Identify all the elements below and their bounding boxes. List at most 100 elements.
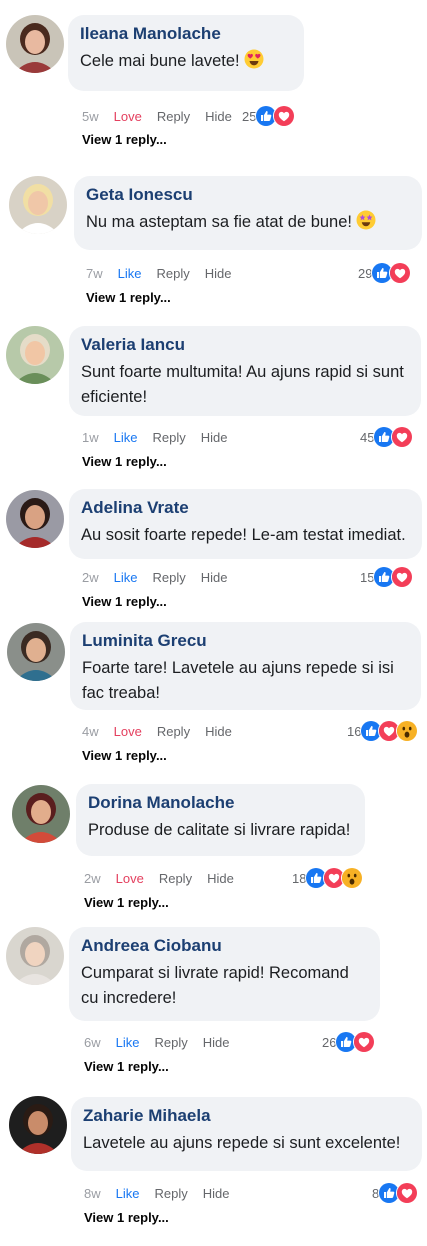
love-reaction-icon	[389, 262, 412, 284]
view-replies-link[interactable]: View 1 reply...	[82, 454, 167, 469]
comment-actions: 5w Love Reply Hide	[82, 106, 232, 126]
reply-button[interactable]: Reply	[157, 109, 190, 124]
avatar[interactable]	[6, 326, 64, 384]
comment-timestamp[interactable]: 1w	[82, 430, 99, 445]
love-reaction-icon	[391, 566, 414, 588]
comment-bubble: Geta Ionescu Nu ma asteptam sa fie atat …	[74, 176, 422, 250]
view-replies-link[interactable]: View 1 reply...	[86, 290, 171, 305]
comment-text: Sunt foarte multumita! Au ajuns rapid si…	[81, 363, 404, 406]
view-replies-link[interactable]: View 1 reply...	[84, 1210, 169, 1225]
reaction-count: 25	[242, 108, 257, 124]
comment-bubble: Zaharie Mihaela Lavetele au ajuns repede…	[71, 1097, 422, 1171]
comment-actions: 2w Love Reply Hide	[84, 868, 234, 888]
commenter-name[interactable]: Dorina Manolache	[88, 792, 353, 814]
reply-button[interactable]: Reply	[157, 724, 190, 739]
hide-button[interactable]: Hide	[203, 1186, 230, 1201]
comment-timestamp[interactable]: 5w	[82, 109, 99, 124]
reaction-button[interactable]: Love	[114, 109, 142, 124]
reaction-button[interactable]: Like	[116, 1035, 140, 1050]
comment-bubble: Ileana Manolache Cele mai bune lavete!	[68, 15, 304, 91]
comment-timestamp[interactable]: 6w	[84, 1035, 101, 1050]
reaction-button[interactable]: Like	[116, 1186, 140, 1201]
reaction-summary[interactable]: 15	[360, 566, 414, 588]
avatar[interactable]	[12, 785, 70, 843]
view-replies-link[interactable]: View 1 reply...	[82, 594, 167, 609]
comment-bubble: Valeria Iancu Sunt foarte multumita! Au …	[69, 326, 421, 416]
reaction-count: 45	[360, 429, 375, 445]
avatar[interactable]	[7, 623, 65, 681]
avatar[interactable]	[9, 1096, 67, 1154]
reaction-button[interactable]: Love	[114, 724, 142, 739]
comment-actions: 7w Like Reply Hide	[86, 263, 231, 283]
comment-timestamp[interactable]: 2w	[82, 570, 99, 585]
hide-button[interactable]: Hide	[205, 266, 232, 281]
reaction-button[interactable]: Love	[116, 871, 144, 886]
heart-eyes-emoji	[244, 49, 264, 69]
reaction-button[interactable]: Like	[114, 430, 138, 445]
hide-button[interactable]: Hide	[203, 1035, 230, 1050]
comment-text: Cele mai bune lavete!	[80, 49, 292, 74]
hide-button[interactable]: Hide	[205, 724, 232, 739]
view-replies-link[interactable]: View 1 reply...	[82, 132, 167, 147]
comment-timestamp[interactable]: 2w	[84, 871, 101, 886]
hide-button[interactable]: Hide	[205, 109, 232, 124]
commenter-name[interactable]: Valeria Iancu	[81, 334, 409, 356]
comment-text: Produse de calitate si livrare rapida!	[88, 821, 351, 839]
reply-button[interactable]: Reply	[159, 871, 192, 886]
comment-bubble: Luminita Grecu Foarte tare! Lavetele au …	[70, 622, 421, 710]
reply-button[interactable]: Reply	[156, 266, 189, 281]
commenter-name[interactable]: Zaharie Mihaela	[83, 1105, 410, 1127]
comment-text: Lavetele au ajuns repede si sunt excelen…	[83, 1134, 401, 1152]
comment-actions: 4w Love Reply Hide	[82, 721, 232, 741]
commenter-name[interactable]: Adelina Vrate	[81, 497, 410, 519]
reply-button[interactable]: Reply	[154, 1035, 187, 1050]
reaction-summary[interactable]: 26	[322, 1031, 376, 1053]
reaction-summary[interactable]: 18	[292, 867, 364, 889]
reaction-count: 15	[360, 569, 375, 585]
comment-bubble: Andreea Ciobanu Cumparat si livrate rapi…	[69, 927, 380, 1021]
wow-reaction-icon	[396, 720, 419, 742]
reaction-summary[interactable]: 8	[372, 1182, 419, 1204]
view-replies-link[interactable]: View 1 reply...	[84, 895, 169, 910]
reply-button[interactable]: Reply	[152, 430, 185, 445]
avatar[interactable]	[6, 490, 64, 548]
reaction-count: 26	[322, 1034, 337, 1050]
comment-text: Nu ma asteptam sa fie atat de bune!	[86, 210, 410, 235]
reaction-summary[interactable]: 29	[358, 262, 412, 284]
view-replies-link[interactable]: View 1 reply...	[84, 1059, 169, 1074]
reaction-summary[interactable]: 45	[360, 426, 414, 448]
commenter-name[interactable]: Andreea Ciobanu	[81, 935, 368, 957]
commenter-name[interactable]: Ileana Manolache	[80, 23, 292, 45]
love-reaction-icon	[273, 105, 296, 127]
avatar[interactable]	[9, 176, 67, 234]
reaction-count: 18	[292, 870, 307, 886]
comment-timestamp[interactable]: 7w	[86, 266, 103, 281]
reaction-button[interactable]: Like	[118, 266, 142, 281]
commenter-name[interactable]: Luminita Grecu	[82, 630, 409, 652]
wow-reaction-icon	[341, 867, 364, 889]
reaction-summary[interactable]: 25	[242, 105, 296, 127]
comment-bubble: Dorina Manolache Produse de calitate si …	[76, 784, 365, 856]
avatar[interactable]	[6, 927, 64, 985]
hide-button[interactable]: Hide	[201, 430, 228, 445]
comment-timestamp[interactable]: 4w	[82, 724, 99, 739]
hide-button[interactable]: Hide	[201, 570, 228, 585]
comment-timestamp[interactable]: 8w	[84, 1186, 101, 1201]
reply-button[interactable]: Reply	[152, 570, 185, 585]
hide-button[interactable]: Hide	[207, 871, 234, 886]
reply-button[interactable]: Reply	[154, 1186, 187, 1201]
avatar[interactable]	[6, 15, 64, 73]
comment-text: Foarte tare! Lavetele au ajuns repede si…	[82, 659, 394, 702]
reaction-summary[interactable]: 16	[347, 720, 419, 742]
star-struck-emoji	[356, 210, 376, 230]
love-reaction-icon	[396, 1182, 419, 1204]
comment-text: Au sosit foarte repede! Le-am testat ime…	[81, 526, 406, 544]
reaction-count: 16	[347, 723, 362, 739]
love-reaction-icon	[353, 1031, 376, 1053]
comment-actions: 2w Like Reply Hide	[82, 567, 227, 587]
commenter-name[interactable]: Geta Ionescu	[86, 184, 410, 206]
reaction-count: 29	[358, 265, 373, 281]
comment-actions: 6w Like Reply Hide	[84, 1032, 229, 1052]
reaction-button[interactable]: Like	[114, 570, 138, 585]
view-replies-link[interactable]: View 1 reply...	[82, 748, 167, 763]
